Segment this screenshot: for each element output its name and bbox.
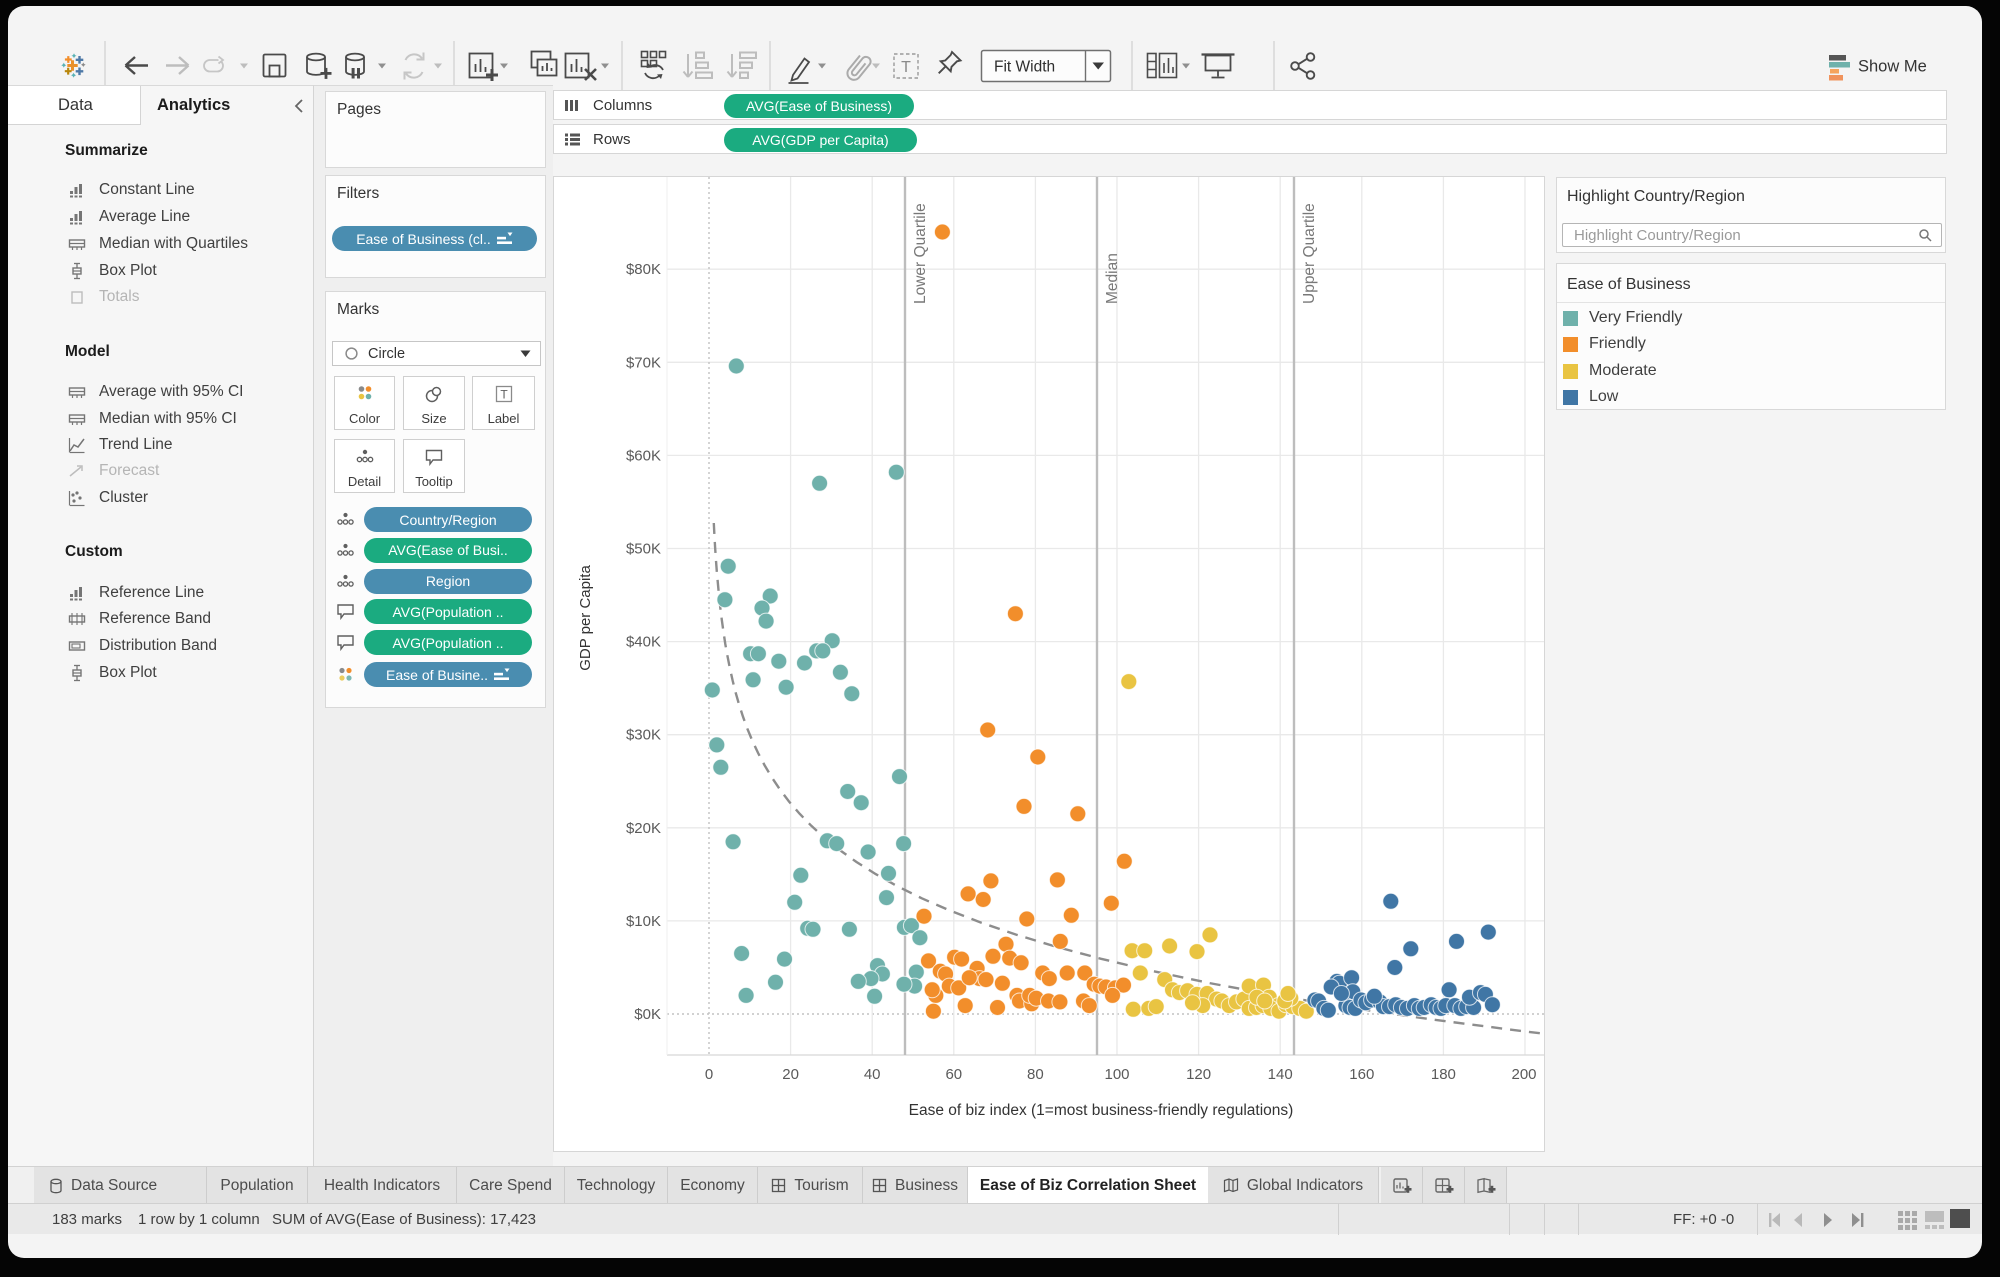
svg-text:$80K: $80K: [626, 261, 661, 278]
svg-text:$70K: $70K: [626, 354, 661, 371]
svg-text:40: 40: [864, 1066, 881, 1083]
svg-text:Ease of biz index (1=most busi: Ease of biz index (1=most business-frien…: [909, 1102, 1294, 1119]
svg-text:100: 100: [1104, 1066, 1129, 1083]
svg-text:$60K: $60K: [626, 447, 661, 464]
svg-text:T: T: [901, 59, 911, 76]
svg-text:$10K: $10K: [626, 913, 661, 930]
svg-text:140: 140: [1268, 1066, 1293, 1083]
svg-text:Upper Quartile: Upper Quartile: [1301, 203, 1318, 304]
svg-text:$40K: $40K: [626, 634, 661, 651]
svg-text:0: 0: [705, 1066, 713, 1083]
svg-text:Median: Median: [1104, 253, 1121, 304]
svg-text:120: 120: [1186, 1066, 1211, 1083]
svg-text:$20K: $20K: [626, 820, 661, 837]
svg-text:$50K: $50K: [626, 541, 661, 558]
svg-text:20: 20: [782, 1066, 799, 1083]
svg-text:200: 200: [1511, 1066, 1536, 1083]
svg-text:GDP per Capita: GDP per Capita: [577, 565, 594, 671]
svg-text:180: 180: [1431, 1066, 1456, 1083]
svg-text:Lower Quartile: Lower Quartile: [912, 203, 929, 304]
svg-text:60: 60: [945, 1066, 962, 1083]
svg-text:Fit Width: Fit Width: [994, 59, 1055, 76]
svg-text:160: 160: [1349, 1066, 1374, 1083]
svg-text:$30K: $30K: [626, 727, 661, 744]
svg-text:$0K: $0K: [634, 1006, 661, 1023]
svg-text:80: 80: [1027, 1066, 1044, 1083]
svg-text:Show Me: Show Me: [1858, 58, 1927, 76]
svg-text:T: T: [500, 388, 508, 402]
